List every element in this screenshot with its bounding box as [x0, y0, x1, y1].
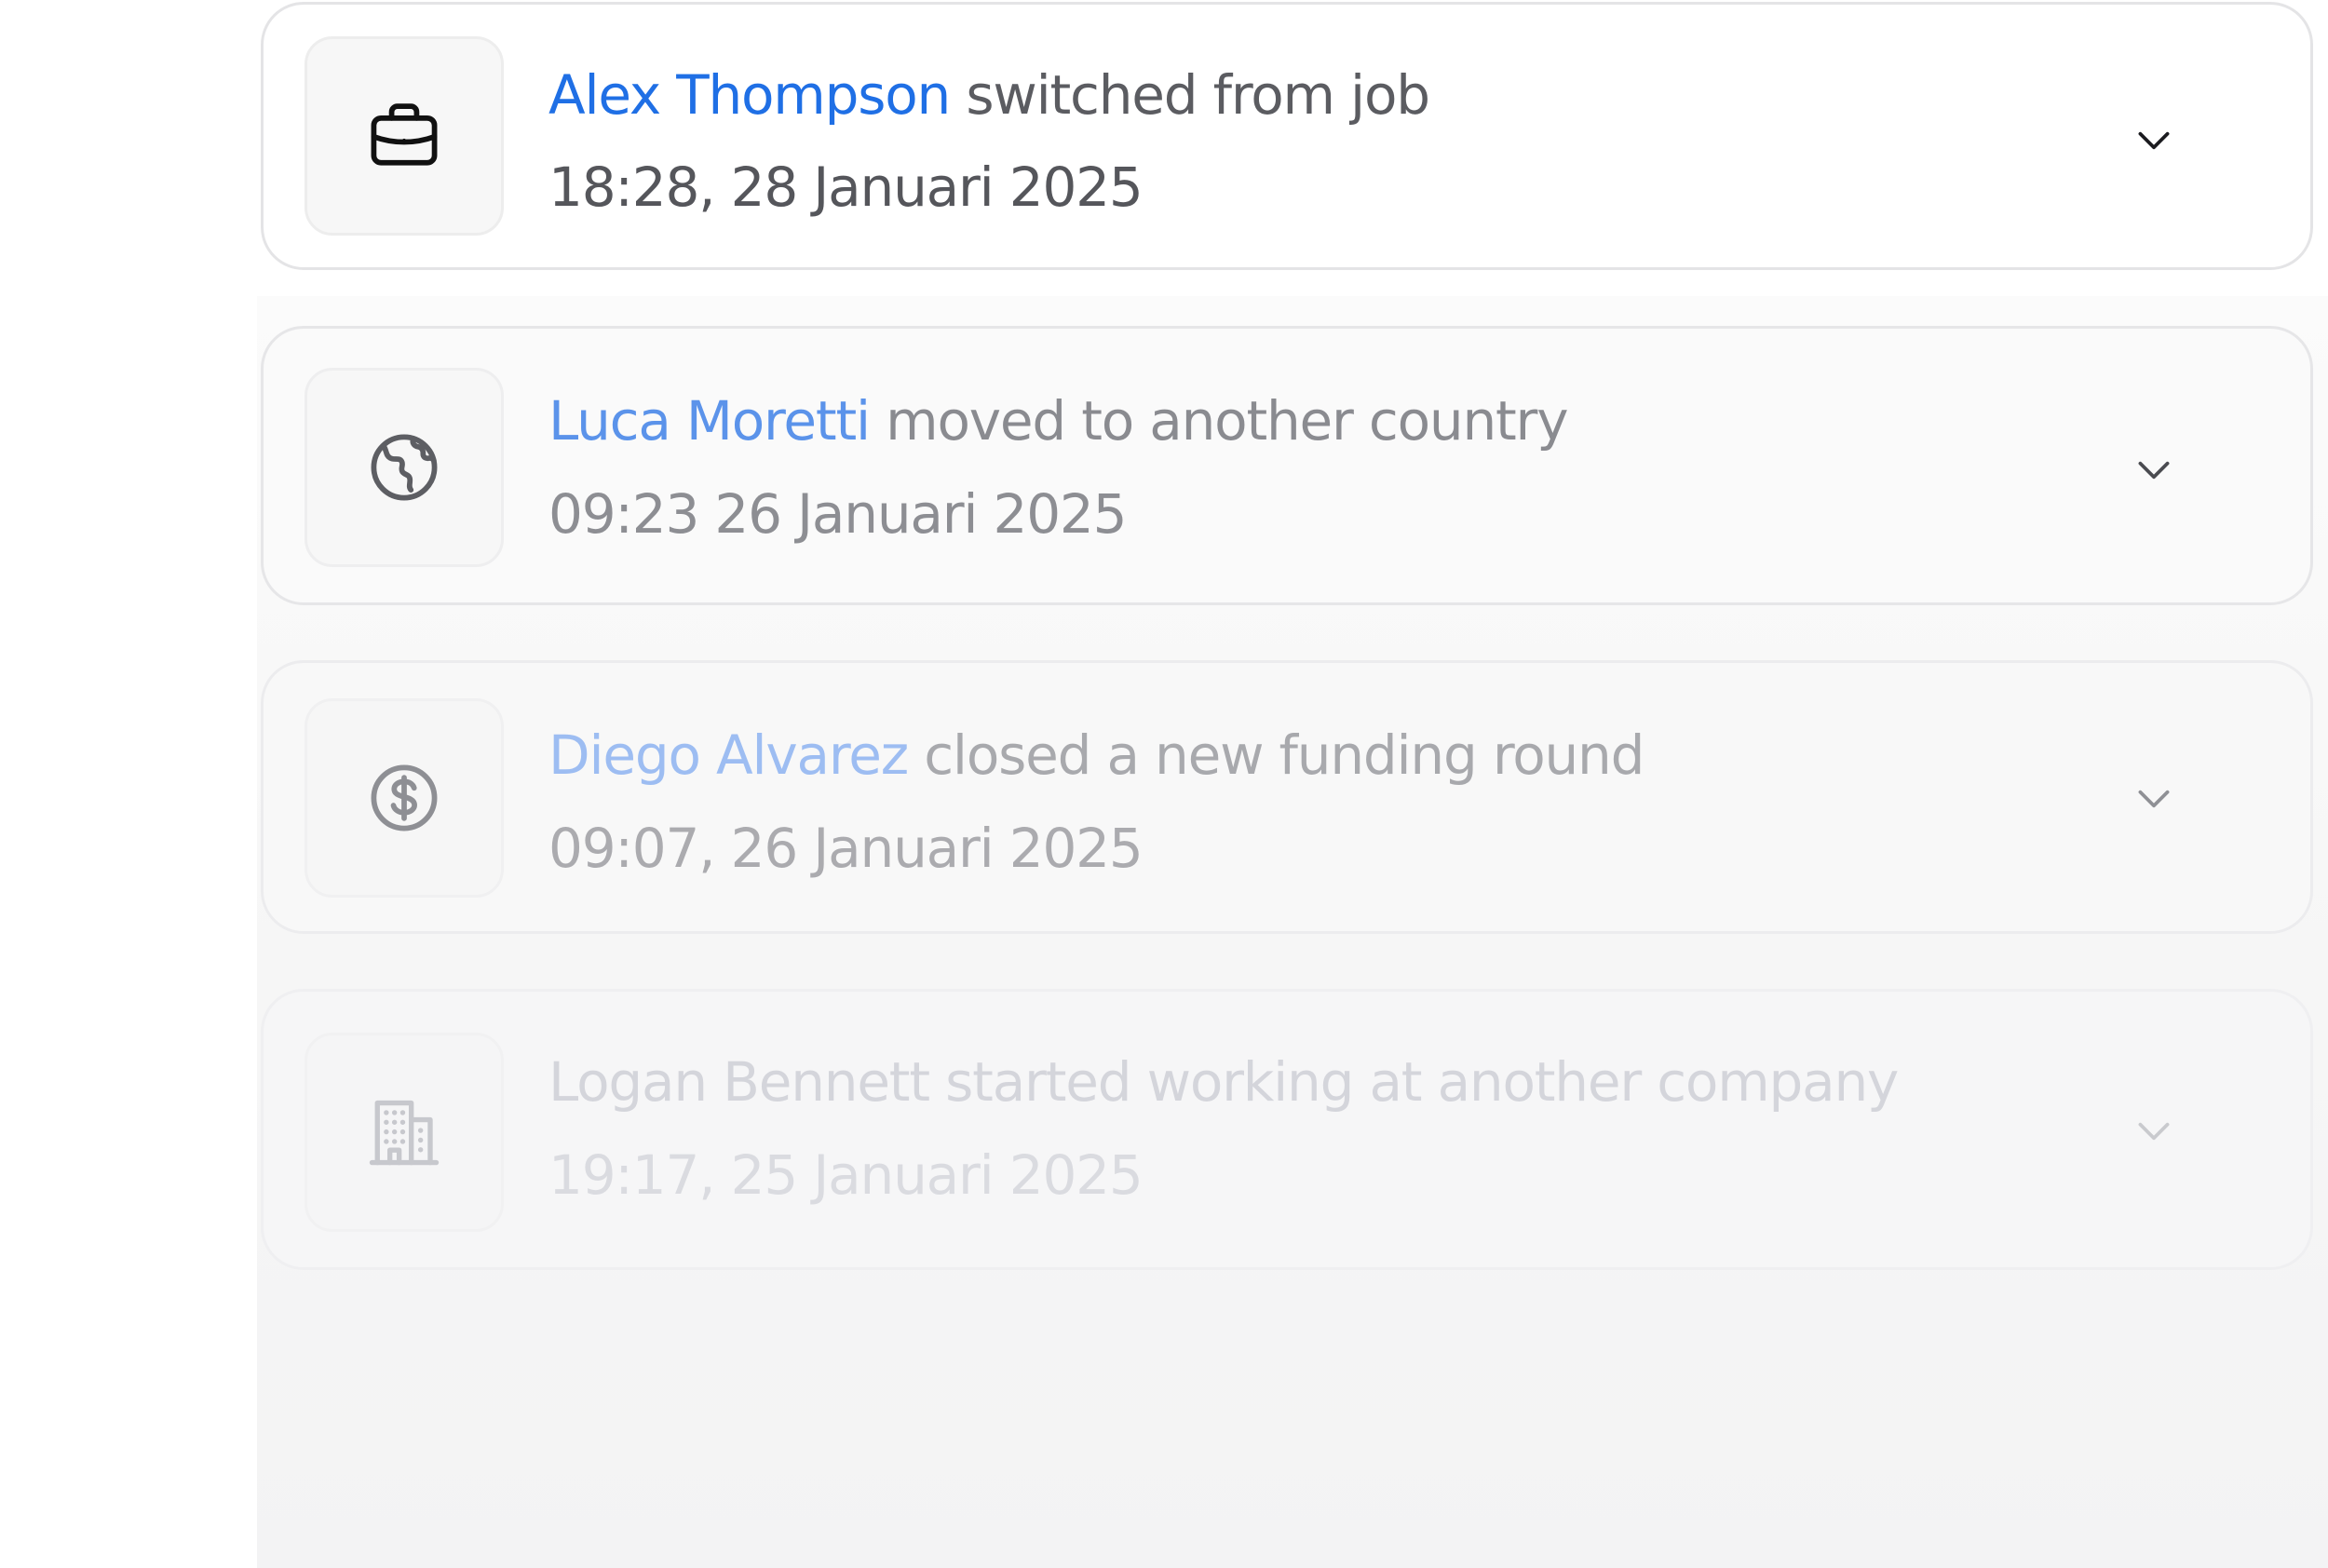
person-name-link[interactable]: Luca Moretti	[548, 389, 871, 453]
chevron-down-icon	[2138, 790, 2170, 808]
activity-action-text: started working at another company	[945, 1050, 1899, 1114]
person-name-link[interactable]: Alex Thompson	[548, 63, 951, 127]
activity-timestamp: 09:23 26 Januari 2025	[548, 482, 1128, 546]
activity-timestamp: 09:07, 26 Januari 2025	[548, 817, 1144, 880]
activity-card[interactable]: Luca Moretti moved to another country 09…	[261, 326, 2313, 605]
briefcase-icon	[371, 103, 438, 166]
activity-icon-box	[305, 36, 504, 236]
activity-action-text: moved to another country	[886, 389, 1568, 453]
dollar-circle-icon	[371, 764, 438, 831]
activity-title: Diego Alvarez closed a new funding round	[548, 728, 1644, 782]
expand-button[interactable]	[2128, 444, 2180, 496]
person-name-link[interactable]: Diego Alvarez	[548, 723, 909, 787]
activity-feed-screen: Alex Thompson switched from job 18:28, 2…	[0, 0, 2328, 1568]
chevron-down-icon	[2138, 461, 2170, 480]
chevron-down-icon	[2138, 131, 2170, 150]
activity-title: Alex Thompson switched from job	[548, 68, 1430, 122]
globe-icon	[371, 434, 438, 501]
activity-action-text: closed a new funding round	[924, 723, 1644, 787]
expand-button[interactable]	[2128, 1105, 2180, 1157]
activity-title: Luca Moretti moved to another country	[548, 394, 1569, 448]
activity-card[interactable]: Alex Thompson switched from job 18:28, 2…	[261, 2, 2313, 270]
activity-title: Logan Bennett started working at another…	[548, 1055, 1899, 1109]
activity-card[interactable]: Diego Alvarez closed a new funding round…	[261, 660, 2313, 934]
building-icon	[369, 1100, 440, 1166]
activity-icon-box	[305, 698, 504, 898]
activity-icon-box	[305, 368, 504, 567]
activity-card[interactable]: Logan Bennett started working at another…	[261, 989, 2313, 1270]
expand-button[interactable]	[2128, 115, 2180, 167]
expand-button[interactable]	[2128, 773, 2180, 825]
activity-icon-box	[305, 1033, 504, 1232]
activity-timestamp: 18:28, 28 Januari 2025	[548, 155, 1144, 219]
chevron-down-icon	[2138, 1122, 2170, 1141]
person-name-link[interactable]: Logan Bennett	[548, 1050, 930, 1114]
activity-action-text: switched from job	[966, 63, 1430, 127]
activity-timestamp: 19:17, 25 Januari 2025	[548, 1143, 1144, 1207]
